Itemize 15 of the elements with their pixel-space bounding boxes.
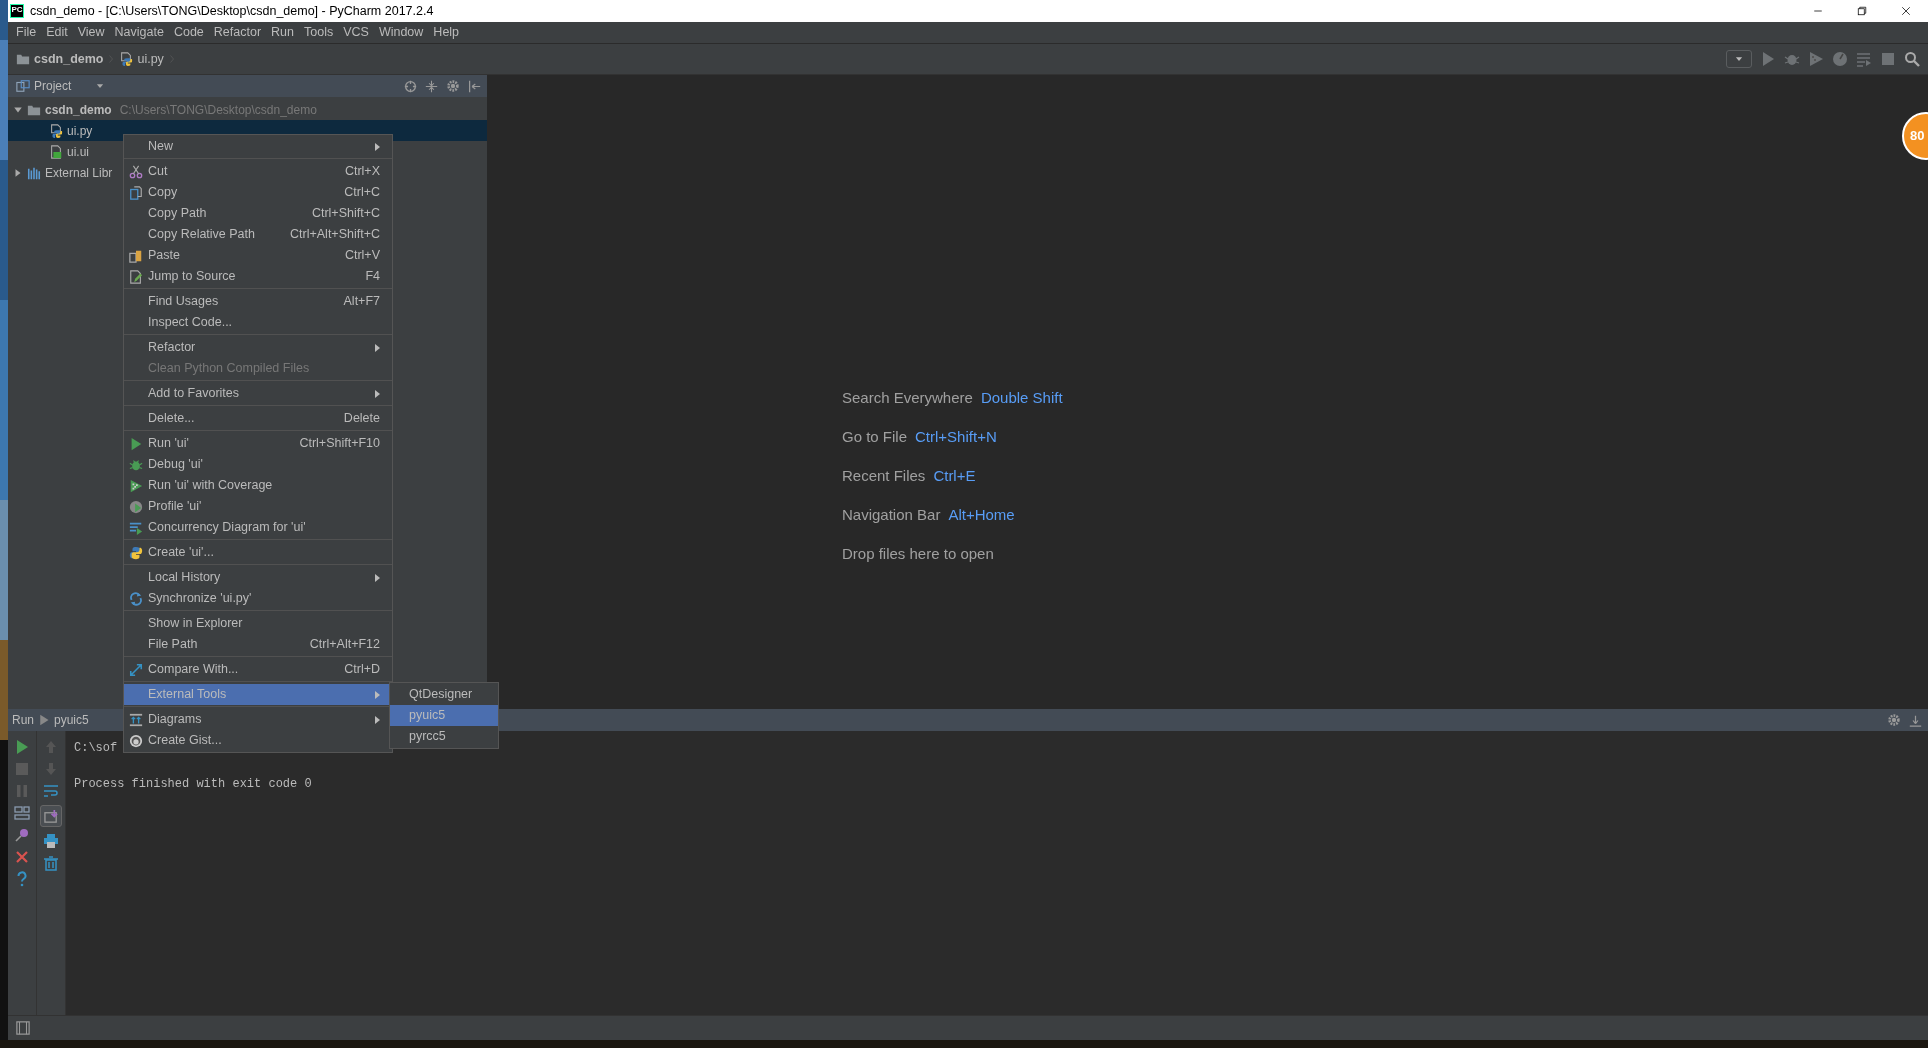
console-line: Process finished with exit code 0: [74, 776, 312, 793]
hint-label: Go to File: [842, 428, 908, 445]
hint-shortcut: Double Shift: [980, 389, 1063, 406]
hint-shortcut: Alt+Home: [948, 506, 1015, 523]
console-line: C:\sof: [74, 740, 118, 757]
app-logo: PC: [10, 4, 24, 18]
hint-label: Search Everywhere: [842, 389, 973, 406]
panel-title: Project: [34, 78, 72, 95]
hint-shortcut: Ctrl+Shift+N: [915, 428, 997, 445]
hint-label: Recent Files: [842, 467, 926, 484]
hint-label: Drop files here to open: [842, 545, 994, 562]
panel-title: Run: [12, 712, 34, 729]
hint-label: Navigation Bar: [842, 506, 941, 523]
window-title: csdn_demo - [C:\Users\TONG\Desktop\csdn_demo] - PyCharm 2017.2.4: [30, 2, 434, 20]
hint-shortcut: Ctrl+E: [933, 467, 976, 484]
